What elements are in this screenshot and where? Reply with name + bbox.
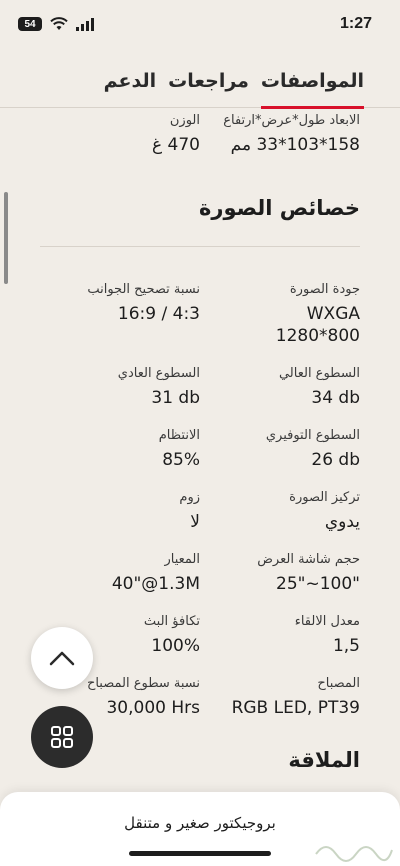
spec-value: 26 db	[311, 450, 360, 470]
spec-value: 85%	[162, 450, 200, 470]
spec-value: 31 db	[151, 388, 200, 408]
spec-item: جودة الصورة WXGA 1280*800	[200, 281, 360, 347]
divider	[40, 246, 360, 247]
spec-label: حجم شاشة العرض	[257, 552, 360, 567]
wifi-icon	[50, 17, 68, 30]
home-indicator[interactable]	[129, 851, 271, 856]
spec-row: جودة الصورة WXGA 1280*800 نسبة تصحيح الج…	[0, 281, 400, 347]
spec-item: السطوع التوفيري 26 db	[200, 427, 360, 471]
spec-label: الوزن	[169, 113, 200, 128]
spec-row: تركيز الصورة يدوي زوم لا	[0, 489, 400, 533]
menu-grid-button[interactable]	[31, 706, 93, 768]
spec-label: الانتظام	[158, 428, 200, 443]
spec-value: يدوي	[324, 512, 360, 532]
spec-value: 40"@1.3M	[111, 574, 200, 594]
spec-value: 34 db	[311, 388, 360, 408]
spec-label: المعيار	[164, 552, 200, 567]
spec-value: 158*103*33 مم	[230, 135, 360, 155]
next-section-title: الملاقة	[288, 748, 360, 772]
spec-value: 1,5	[332, 636, 360, 656]
spec-value: RGB LED, PT39	[231, 698, 360, 718]
spec-item: المصباح RGB LED, PT39	[200, 675, 360, 719]
spec-item: تركيز الصورة يدوي	[200, 489, 360, 533]
battery-icon: 54	[18, 17, 42, 31]
spec-value: WXGA 1280*800	[275, 304, 360, 346]
tab-specifications[interactable]: المواصفات	[260, 58, 365, 109]
spec-row: حجم شاشة العرض 25"~100" المعيار 40"@1.3M	[0, 551, 400, 595]
spec-label: السطوع التوفيري	[265, 428, 360, 443]
tab-support[interactable]: الدعم	[104, 58, 157, 108]
watermark-logo	[315, 846, 393, 862]
spec-item: نسبة تصحيح الجوانب 16:9 / 4:3	[40, 281, 200, 347]
tab-reviews[interactable]: مراجعات	[168, 58, 249, 108]
signal-icon	[76, 17, 94, 31]
spec-row: الابعاد طول*عرض*ارتفاع 158*103*33 مم الو…	[0, 112, 400, 156]
clock: 1:27	[339, 15, 372, 32]
spec-label: زوم	[179, 490, 200, 505]
spec-item: الانتظام 85%	[40, 427, 200, 471]
section-title: خصائص الصورة	[199, 196, 360, 220]
bottom-sheet-title: بروجيكتور صغير و متنقل	[124, 814, 276, 832]
scroll-to-top-button[interactable]	[31, 627, 93, 689]
spec-value: 16:9 / 4:3	[117, 304, 200, 324]
spec-item: السطوع العادي 31 db	[40, 365, 200, 409]
spec-row: السطوع التوفيري 26 db الانتظام 85%	[0, 427, 400, 471]
chevron-up-icon	[49, 651, 75, 666]
spec-dimensions: الابعاد طول*عرض*ارتفاع 158*103*33 مم	[200, 112, 360, 156]
spec-label: نسبة تصحيح الجوانب	[87, 282, 200, 297]
grid-icon	[51, 726, 73, 748]
spec-value: 25"~100"	[276, 574, 360, 594]
spec-weight: الوزن 470 غ	[40, 112, 200, 156]
spec-label: جودة الصورة	[289, 282, 360, 297]
spec-label: تركيز الصورة	[289, 490, 360, 505]
status-icons: 54	[18, 17, 94, 31]
spec-item: حجم شاشة العرض 25"~100"	[200, 551, 360, 595]
spec-label: السطوع العالي	[278, 366, 360, 381]
spec-label: الابعاد طول*عرض*ارتفاع	[223, 113, 360, 128]
spec-label: معدل الالقاء	[294, 614, 360, 629]
status-bar: 54 1:27	[0, 0, 400, 48]
spec-value: لا	[190, 512, 200, 532]
spec-item: زوم لا	[40, 489, 200, 533]
spec-value: 470 غ	[151, 135, 200, 155]
spec-item: معدل الالقاء 1,5	[200, 613, 360, 657]
spec-row: السطوع العالي 34 db السطوع العادي 31 db	[0, 365, 400, 409]
spec-item: المعيار 40"@1.3M	[40, 551, 200, 595]
tab-bar: المواصفات مراجعات الدعم	[0, 58, 400, 109]
spec-label: السطوع العادي	[117, 366, 200, 381]
spec-item: السطوع العالي 34 db	[200, 365, 360, 409]
spec-label: المصباح	[317, 676, 360, 691]
